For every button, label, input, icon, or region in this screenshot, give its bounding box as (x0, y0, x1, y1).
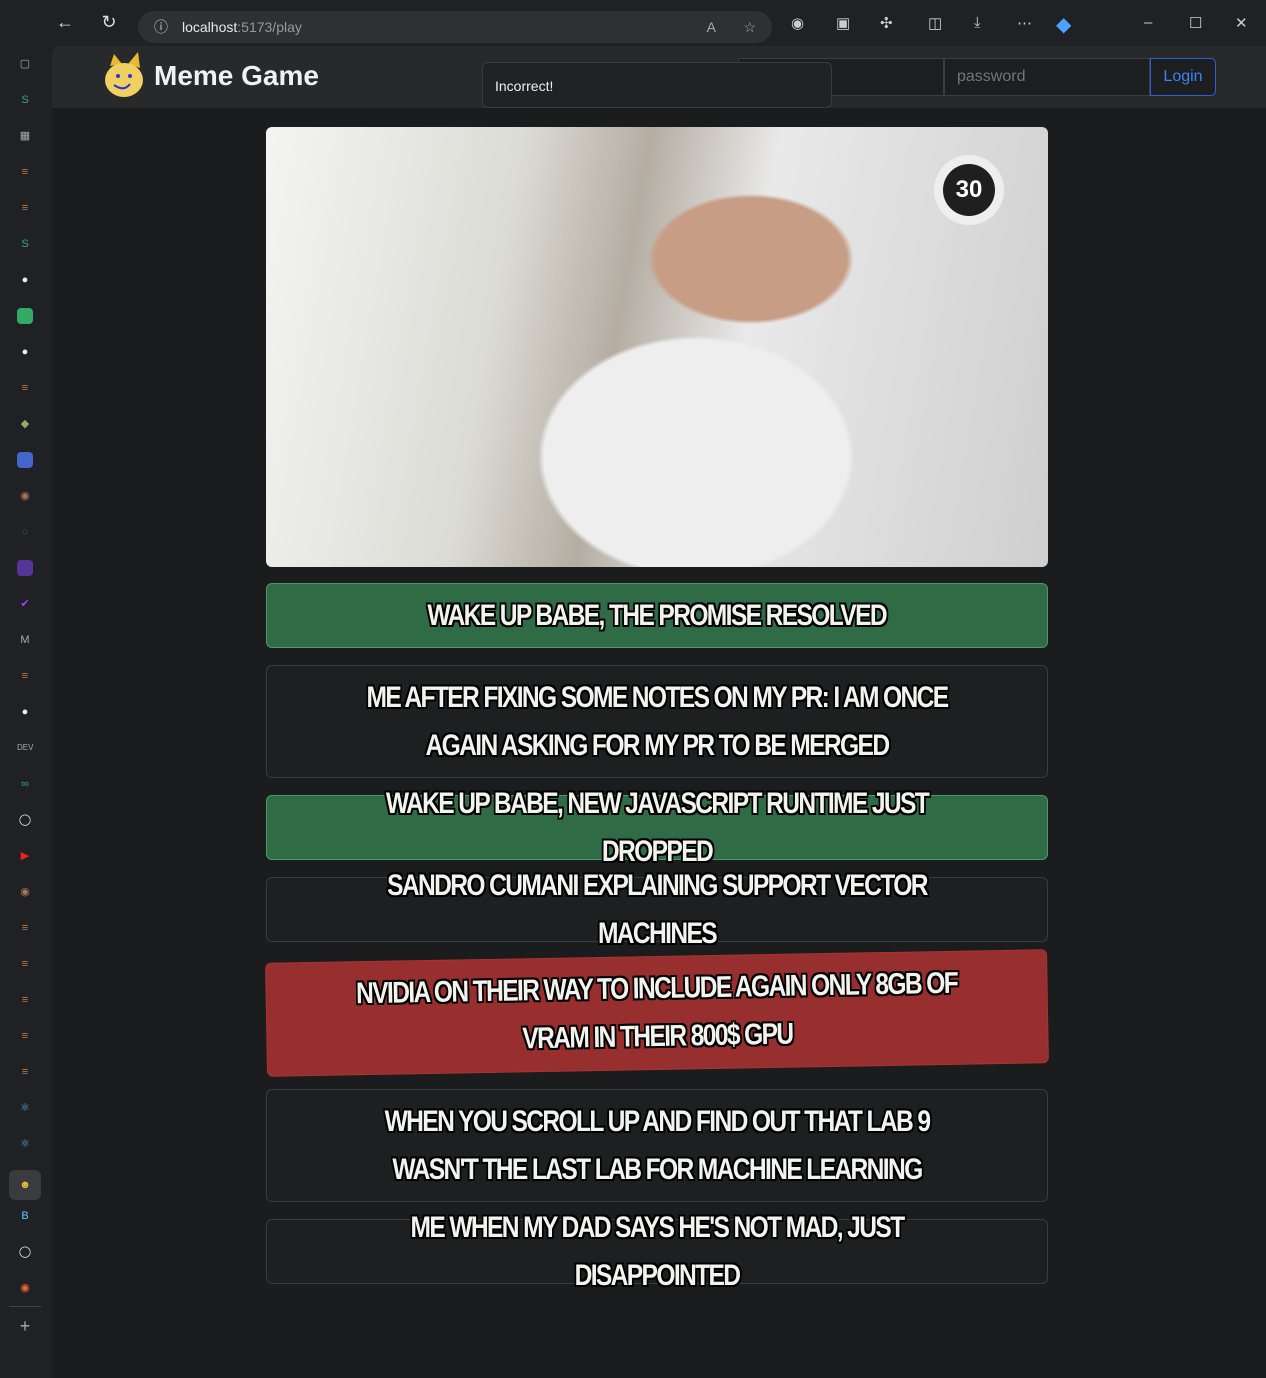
caption-option[interactable]: Me when my dad says he's not mad, just d… (266, 1211, 1048, 1292)
incorrect-toast: Incorrect! (482, 62, 832, 108)
navbar: Meme Game Login Incorrect! (52, 46, 1266, 108)
caption-option[interactable]: Wake up babe, new JavaScript runtime jus… (266, 787, 1048, 868)
tab-icon[interactable]: ≡ (17, 380, 33, 396)
tab-icon-active[interactable]: ☻ (9, 1170, 41, 1200)
tab-icon[interactable]: ○ (17, 524, 33, 540)
info-icon[interactable]: ⓘ (154, 17, 168, 37)
github-icon[interactable]: ◯ (17, 812, 33, 828)
caption-text: Sandro Cumani explaining Support Vector … (387, 868, 928, 950)
react-icon[interactable]: ⚛ (17, 1136, 33, 1152)
extension-icon[interactable]: ◉ (791, 14, 804, 32)
tab-icon[interactable]: ≡ (17, 1028, 33, 1044)
tab-icon[interactable]: ≡ (17, 200, 33, 216)
browser-toolbar: ← ↻ ⓘ localhost:5173/play A ☆ ◉ ▣ ✣ ◫ ⤓ … (0, 0, 1266, 46)
downloads-icon[interactable]: ⤓ (974, 14, 981, 31)
tab-icon[interactable]: S (17, 236, 33, 252)
extensions-puzzle-icon[interactable]: ✣ (880, 14, 893, 32)
address-bar[interactable]: ⓘ localhost:5173/play A ☆ (138, 11, 772, 43)
tab-icon[interactable]: DEV (17, 740, 33, 756)
extension-icon[interactable]: ▣ (836, 14, 850, 32)
add-icon[interactable]: + (17, 1317, 33, 1335)
tab-icon[interactable]: M (17, 632, 33, 648)
tab-icon[interactable]: ≡ (17, 164, 33, 180)
tab-icon[interactable]: ◆ (17, 416, 33, 432)
tab-icon[interactable]: ≡ (17, 956, 33, 972)
tab-icon[interactable]: ● (17, 272, 33, 288)
countdown-timer: 30 (934, 155, 1004, 225)
tab-icon[interactable] (17, 308, 33, 324)
caption-text: Nvidia on their way to include again onl… (355, 966, 958, 1056)
tab-icon[interactable]: ✔ (17, 596, 33, 612)
tab-icon[interactable]: ◉ (17, 488, 33, 504)
copilot-icon[interactable]: ◆ (1056, 12, 1071, 37)
tab-icon[interactable]: ● (17, 704, 33, 720)
tab-icon[interactable] (17, 452, 33, 468)
tab-icon[interactable]: ● (17, 344, 33, 360)
react-icon[interactable]: ⚛ (17, 1100, 33, 1116)
youtube-icon[interactable]: ▶ (17, 848, 33, 864)
caption-text: Me when my dad says he's not mad, just d… (410, 1210, 906, 1292)
tab-icon[interactable]: ∞ (17, 776, 33, 792)
github-icon[interactable]: ◯ (17, 1244, 33, 1260)
close-window-icon[interactable]: ✕ (1235, 14, 1248, 32)
divider (9, 1306, 41, 1307)
caption-text: When you scroll up and find out that lab… (384, 1104, 931, 1186)
brand-title: Meme Game (154, 60, 319, 91)
tab-icon[interactable] (17, 560, 33, 576)
url-host: localhost (182, 19, 238, 35)
login-button[interactable]: Login (1150, 58, 1216, 96)
more-menu-icon[interactable]: ⋯ (1017, 14, 1032, 32)
tab-icon[interactable]: S (17, 92, 33, 108)
tab-icon[interactable]: ≡ (17, 920, 33, 936)
caption-option[interactable]: Nvidia on their way to include again onl… (265, 949, 1049, 1077)
caption-option[interactable]: Wake up babe, the promise resolved (266, 583, 1048, 648)
tab-icon[interactable]: ≡ (17, 668, 33, 684)
caption-option[interactable]: When you scroll up and find out that lab… (266, 1089, 1048, 1202)
url-path: :5173/play (237, 19, 302, 35)
maximize-icon[interactable]: ☐ (1189, 14, 1202, 32)
tab-icon[interactable]: ◉ (17, 1280, 33, 1296)
tab-icon[interactable]: ≡ (17, 1064, 33, 1080)
timer-value: 30 (943, 164, 995, 216)
browser-sidebar: ▢ S ▦ ≡ ≡ S ● ● ≡ ◆ ◉ ○ ✔ M ≡ ● DEV ∞ ◯ … (0, 46, 50, 1378)
tab-icon[interactable]: ≡ (17, 992, 33, 1008)
minimize-icon[interactable]: – (1144, 14, 1152, 31)
caption-text: Me after fixing some notes on my PR: I a… (366, 680, 949, 762)
read-aloud-icon[interactable]: A (707, 19, 716, 35)
doge-logo-icon (105, 52, 143, 97)
sidebar-toggle-icon[interactable]: ▢ (17, 56, 33, 72)
page: Meme Game Login Incorrect! 30 Wake up ba… (52, 46, 1266, 1378)
tab-icon[interactable]: ▦ (17, 128, 33, 144)
back-icon[interactable]: ← (53, 12, 77, 33)
caption-option[interactable]: Sandro Cumani explaining Support Vector … (266, 869, 1048, 950)
meme-image: 30 (266, 127, 1048, 567)
favorite-star-icon[interactable]: ☆ (743, 19, 756, 36)
caption-option[interactable]: Me after fixing some notes on my PR: I a… (266, 665, 1048, 778)
password-input[interactable] (944, 58, 1150, 96)
reload-icon[interactable]: ↻ (97, 12, 121, 33)
split-screen-icon[interactable]: ◫ (928, 14, 942, 32)
tab-icon[interactable]: B (17, 1208, 33, 1224)
caption-text: Wake up babe, the promise resolved (427, 598, 888, 632)
tab-icon[interactable]: ◉ (17, 884, 33, 900)
